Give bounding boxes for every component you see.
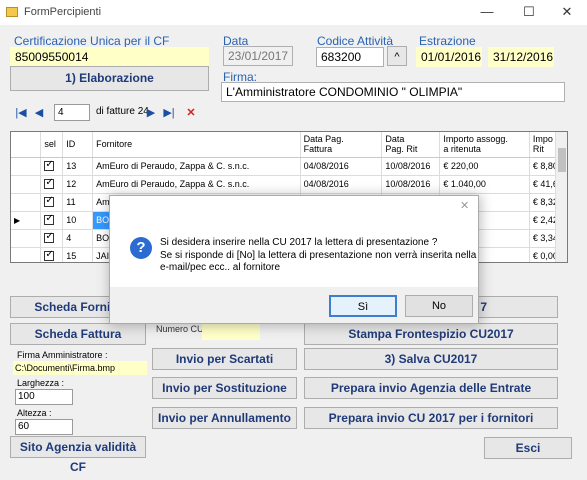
codice-attivita-field[interactable]: 683200 [316, 47, 384, 67]
next-record-icon[interactable]: ▶ [144, 105, 158, 121]
record-position-input[interactable]: 4 [54, 104, 90, 121]
grid-header-fornitore[interactable]: Fornitore [92, 132, 301, 158]
prepara-fornitori-button[interactable]: Prepara invio CU 2017 per i fornitori [304, 407, 558, 429]
row-data-rit: 10/08/2016 [381, 157, 441, 176]
row-id: 12 [62, 175, 94, 194]
grid-header-sel[interactable]: sel [40, 132, 64, 158]
title-bar: FormPercipienti — ☐ ✕ [0, 0, 587, 25]
record-count-label: di fatture 24 [96, 106, 149, 117]
row-marker [11, 193, 42, 212]
row-data-fattura: 04/08/2016 [300, 157, 383, 176]
grid-header-importo[interactable]: Importo assogg. a ritenuta [439, 132, 530, 158]
first-record-icon[interactable]: |◀ [14, 105, 28, 121]
close-button[interactable]: ✕ [551, 3, 583, 21]
invio-sostituzione-button[interactable]: Invio per Sostituzione [152, 377, 297, 399]
row-id: 13 [62, 157, 94, 176]
row-fornitore: AmEuro di Peraudo, Zappa & C. s.n.c. [92, 175, 301, 194]
row-id: 15 [62, 247, 94, 262]
question-icon: ? [130, 237, 152, 259]
grid-vertical-scrollbar[interactable] [555, 132, 567, 262]
invio-annullamento-button[interactable]: Invio per Annullamento [152, 407, 297, 429]
dialog-message-line2: Se si risponde di [No] la lettera di pre… [160, 250, 477, 261]
row-checkbox[interactable] [40, 211, 64, 230]
elaborazione-button[interactable]: 1) Elaborazione [10, 66, 209, 91]
dialog-no-button[interactable]: No [405, 295, 473, 317]
row-id: 4 [62, 229, 94, 248]
data-field: 23/01/2017 [223, 46, 293, 66]
row-checkbox[interactable] [40, 193, 64, 212]
row-id: 11 [62, 193, 94, 212]
dialog-footer: Sì No [110, 287, 478, 323]
codice-attivita-label: Codice Attività [317, 34, 394, 48]
dialog-message-line3: e-mail/pec ecc.. al fornitore [160, 262, 281, 273]
dialog-close-icon[interactable]: ✕ [460, 199, 469, 212]
codice-attivita-dropdown[interactable]: ^ [387, 46, 407, 66]
last-record-icon[interactable]: ▶| [162, 105, 176, 121]
row-importo: € 220,00 [439, 157, 530, 176]
minimize-button[interactable]: — [471, 3, 503, 21]
row-importo: € 1.040,00 [439, 175, 530, 194]
scrollbar-thumb[interactable] [558, 148, 566, 172]
scheda-fattura-button[interactable]: Scheda Fattura [10, 323, 146, 345]
row-checkbox[interactable] [40, 229, 64, 248]
firma-amministratore-label: Firma Amministratore : [17, 350, 108, 360]
row-checkbox[interactable] [40, 175, 64, 194]
delete-record-icon[interactable]: ✕ [184, 105, 198, 121]
estrazione-from[interactable]: 01/01/2016 [416, 47, 482, 67]
sito-agenzia-button[interactable]: Sito Agenzia validità CF [10, 436, 146, 474]
row-marker [11, 175, 42, 194]
grid-header-id[interactable]: ID [62, 132, 94, 158]
estrazione-to[interactable]: 31/12/2016 [488, 47, 554, 67]
row-marker [11, 247, 42, 262]
grid-header-marker [11, 132, 42, 158]
row-id: 10 [62, 211, 94, 230]
row-checkbox[interactable] [40, 157, 64, 176]
confirm-dialog: ✕ ? Si desidera inserire nella CU 2017 l… [109, 195, 479, 324]
cf-label: Certificazione Unica per il CF [14, 34, 170, 48]
row-marker [11, 157, 42, 176]
altezza-field[interactable]: 60 [15, 419, 73, 435]
row-marker [11, 229, 42, 248]
salva-cu-button[interactable]: 3) Salva CU2017 [304, 348, 558, 370]
grid-header-data-fattura[interactable]: Data Pag. Fattura [300, 132, 383, 158]
row-data-fattura: 04/08/2016 [300, 175, 383, 194]
firma-amministratore-field[interactable]: C:\Documenti\Firma.bmp [13, 361, 147, 375]
estrazione-label: Estrazione [419, 34, 476, 48]
window-title: FormPercipienti [24, 6, 102, 18]
esci-button[interactable]: Esci [484, 437, 572, 459]
row-data-rit: 10/08/2016 [381, 175, 441, 194]
larghezza-field[interactable]: 100 [15, 389, 73, 405]
table-row[interactable]: 12 AmEuro di Peraudo, Zappa & C. s.n.c. … [11, 175, 567, 194]
row-checkbox[interactable] [40, 247, 64, 262]
prepara-agenzia-button[interactable]: Prepara invio Agenzia delle Entrate [304, 377, 558, 399]
dialog-message-line1: Si desidera inserire nella CU 2017 la le… [160, 237, 438, 248]
altezza-label: Altezza : [17, 408, 52, 418]
maximize-button[interactable]: ☐ [513, 3, 545, 21]
table-row[interactable]: 13 AmEuro di Peraudo, Zappa & C. s.n.c. … [11, 157, 567, 176]
record-navigator: |◀ ◀ 4 di fatture 24 ▶ ▶| ✕ [10, 103, 210, 123]
row-marker: ▶ [11, 211, 42, 230]
dialog-yes-button[interactable]: Sì [329, 295, 397, 317]
app-icon [6, 7, 18, 17]
row-fornitore: AmEuro di Peraudo, Zappa & C. s.n.c. [92, 157, 301, 176]
grid-header-data-rit[interactable]: Data Pag. Rit [381, 132, 441, 158]
cf-field[interactable]: 85009550014 [10, 47, 209, 67]
prev-record-icon[interactable]: ◀ [32, 105, 46, 121]
firma-field[interactable]: L'Amministratore CONDOMINIO " OLIMPIA" [221, 82, 565, 102]
larghezza-label: Larghezza : [17, 378, 65, 388]
stampa-frontespizio-button[interactable]: Stampa Frontespizio CU2017 [304, 323, 558, 345]
invio-scartati-button[interactable]: Invio per Scartati [152, 348, 297, 370]
